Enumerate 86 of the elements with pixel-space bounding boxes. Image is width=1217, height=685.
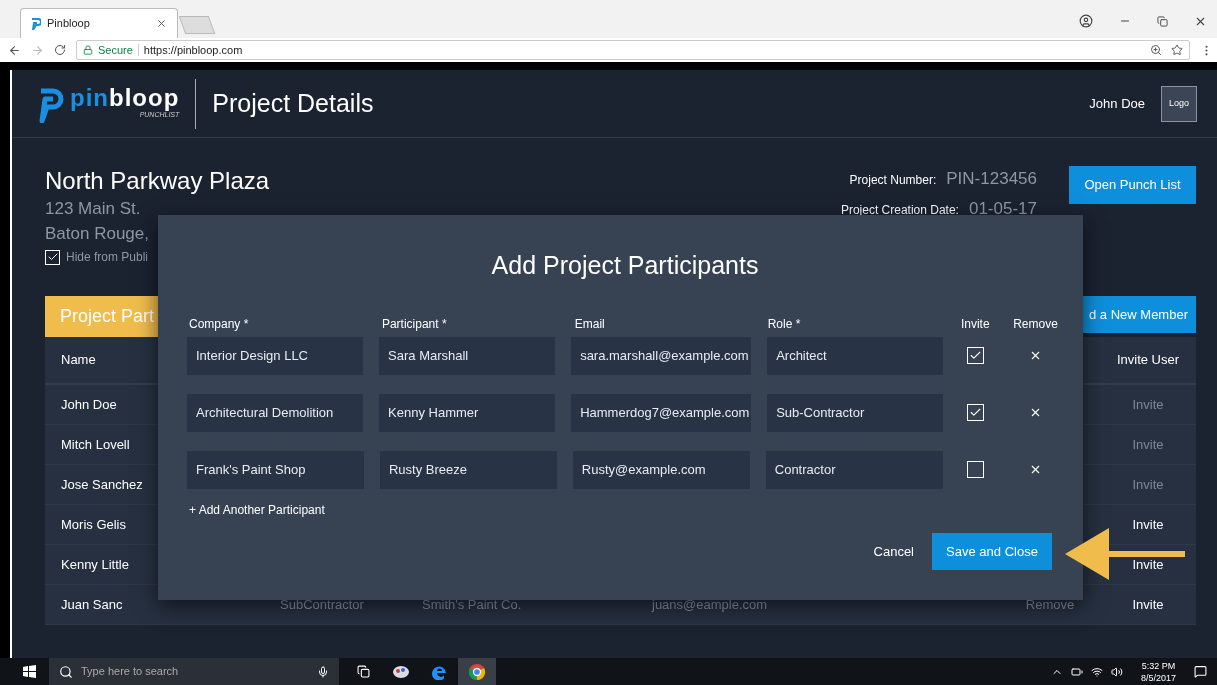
column-header: Invite User <box>1115 351 1181 370</box>
table-cell-text: Kenny Little <box>61 555 129 574</box>
table-cell-text: Moris Gelis <box>61 515 126 534</box>
project-name: North Parkway Plaza <box>45 166 270 196</box>
table-cell-text: juans@eample.com <box>652 595 768 614</box>
add-participant-link[interactable]: + Add Another Participant <box>187 500 325 519</box>
volume-icon[interactable] <box>1110 665 1123 678</box>
add-member-button[interactable]: d a New Member <box>1083 296 1196 333</box>
table-cell-text: Juan Sanc <box>61 595 123 614</box>
address-line: Baton Rouge, <box>45 223 150 245</box>
reload-icon[interactable] <box>54 44 66 56</box>
invite-checkbox[interactable] <box>967 404 985 421</box>
invite-checkbox[interactable] <box>966 461 984 478</box>
address-field[interactable]: Secure https://pinbloop.com <box>76 40 1190 60</box>
invite-checkbox[interactable] <box>967 347 985 364</box>
invite-link[interactable]: Invite <box>1132 554 1164 575</box>
search-placeholder: Type here to search <box>81 664 180 680</box>
column-header: Company * <box>188 315 250 333</box>
logo-icon <box>31 17 41 30</box>
zoom-icon[interactable] <box>1150 44 1162 56</box>
chrome-icon <box>468 662 486 681</box>
participant-field[interactable]: Kenny Hammer <box>379 393 556 432</box>
company-field[interactable]: Architectural Demolition <box>187 393 364 432</box>
bookmark-icon[interactable] <box>1171 44 1183 56</box>
brand-name: pinbloop <box>70 86 180 111</box>
meta-label: Project Creation Date: <box>840 201 959 219</box>
table-cell-text: Mitch Lovell <box>61 435 130 454</box>
invite-link[interactable]: Invite <box>1132 514 1164 535</box>
chrome-taskbar-button[interactable] <box>458 658 496 685</box>
wifi-icon[interactable] <box>1090 665 1103 678</box>
microphone-icon <box>317 665 329 678</box>
email-field[interactable]: Rusty@example.com <box>572 450 750 489</box>
participant-field[interactable]: Rusty Breeze <box>379 450 557 489</box>
company-field[interactable]: Frank's Paint Shop <box>187 450 364 489</box>
role-field[interactable]: Architect <box>767 336 944 375</box>
close-icon[interactable] <box>156 18 167 29</box>
table-cell-text: Jose Sanchez <box>61 475 143 494</box>
logo-button[interactable]: Logo <box>1161 85 1197 122</box>
page-title: Project Details <box>212 87 374 119</box>
meta-value: PIN-123456 <box>946 168 1037 190</box>
task-view-icon[interactable] <box>357 665 370 678</box>
meta-value: 01-05-17 <box>968 197 1037 220</box>
open-punch-list-button[interactable]: Open Punch List <box>1069 166 1196 204</box>
role-field[interactable]: Sub-Contractor <box>767 393 944 432</box>
meta-label: Project Number: <box>849 172 937 189</box>
column-header: Invite <box>959 315 991 333</box>
browser-tab[interactable]: Pinbloop <box>20 8 178 38</box>
tab-title: Pinbloop <box>47 16 91 32</box>
email-field[interactable]: Hammerdog7@example.com <box>571 393 752 432</box>
url-text: https://pinbloop.com <box>143 42 243 58</box>
participant-field[interactable]: Sara Marshall <box>379 336 556 375</box>
table-cell-text: John Doe <box>61 395 117 414</box>
company-field[interactable]: Interior Design LLC <box>187 336 364 375</box>
windows-icon[interactable] <box>23 665 36 678</box>
notification-icon[interactable] <box>1194 665 1207 678</box>
clock-date: 8/5/2017 <box>1140 671 1176 684</box>
taskbar-search-field[interactable]: Type here to search <box>49 658 339 685</box>
search-icon <box>59 664 73 679</box>
column-header: Role * <box>766 315 802 333</box>
secure-label: Secure <box>98 42 133 58</box>
checkbox-label: Hide from Publi <box>66 249 149 266</box>
check-icon <box>46 251 59 263</box>
modal-title: Add Project Participants <box>491 250 759 281</box>
column-header: Participant * <box>380 315 448 333</box>
checkbox[interactable] <box>45 249 60 265</box>
lock-icon <box>83 45 93 55</box>
column-header: Remove <box>1012 315 1059 333</box>
email-field[interactable]: sara.marshall@example.com <box>571 336 752 375</box>
table-cell-text: Smith's Paint Co. <box>422 595 522 614</box>
user-name: John Doe <box>1089 94 1145 113</box>
save-button[interactable]: Save and Close <box>932 533 1052 570</box>
table-cell-text: SubContractor <box>280 595 364 614</box>
restore-icon[interactable] <box>1157 15 1168 27</box>
back-icon[interactable] <box>8 43 21 57</box>
invite-link[interactable]: Invite <box>1132 594 1164 615</box>
cancel-button[interactable]: Cancel <box>873 541 914 562</box>
role-field[interactable]: Contractor <box>765 450 943 489</box>
battery-icon[interactable] <box>1070 665 1083 678</box>
check-icon <box>969 349 983 362</box>
clock-time: 5:32 PM <box>1141 659 1176 672</box>
check-icon <box>969 406 983 419</box>
column-header: Name <box>61 351 96 370</box>
remove-icon[interactable] <box>1029 463 1042 476</box>
profile-icon[interactable] <box>1079 14 1093 28</box>
address-line: 123 Main St. <box>45 198 142 220</box>
column-header: Email <box>573 315 606 333</box>
